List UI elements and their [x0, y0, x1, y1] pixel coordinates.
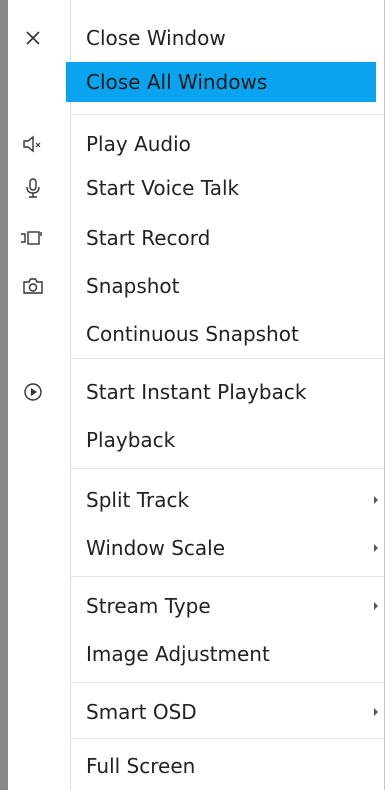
menu-separator [70, 468, 384, 469]
menu-item-label: Start Voice Talk [86, 176, 240, 200]
submenu-arrow-icon [374, 602, 378, 610]
camera-icon [20, 274, 46, 298]
menu-item-full-screen[interactable]: Full Screen [8, 746, 384, 786]
menu-item-label: Close Window [86, 26, 226, 50]
menu-item-smart-osd[interactable]: Smart OSD [8, 692, 384, 732]
menu-separator [70, 576, 384, 577]
menu-item-continuous-snapshot[interactable]: Continuous Snapshot [8, 314, 384, 354]
menu-item-label: Full Screen [86, 754, 196, 778]
menu-item-start-record[interactable]: Start Record [8, 218, 384, 258]
submenu-arrow-icon [374, 496, 378, 504]
submenu-arrow-icon [374, 708, 378, 716]
menu-item-label: Stream Type [86, 594, 211, 618]
menu-item-start-instant-playback[interactable]: Start Instant Playback [8, 372, 384, 412]
menu-separator [70, 682, 384, 683]
menu-item-label: Split Track [86, 488, 190, 512]
menu-item-playback[interactable]: Playback [8, 420, 384, 460]
menu-item-label: Continuous Snapshot [86, 322, 299, 346]
close-icon [20, 26, 46, 50]
menu-item-label: Window Scale [86, 536, 226, 560]
menu-item-snapshot[interactable]: Snapshot [8, 266, 384, 306]
menu-separator [70, 738, 384, 739]
menu-item-label: Snapshot [86, 274, 180, 298]
menu-separator [70, 114, 384, 115]
menu-item-label: Play Audio [86, 132, 191, 156]
submenu-arrow-icon [374, 544, 378, 552]
menu-item-close-window[interactable]: Close Window [8, 18, 384, 58]
record-icon [20, 226, 46, 250]
menu-item-image-adjustment[interactable]: Image Adjustment [8, 634, 384, 674]
menu-item-start-voice-talk[interactable]: Start Voice Talk [8, 168, 384, 208]
menu-item-play-audio[interactable]: Play Audio [8, 124, 384, 164]
menu-separator [70, 358, 384, 359]
context-menu: Close Window Close All Windows Play Audi… [0, 0, 385, 790]
menu-item-label: Close All Windows [86, 70, 268, 94]
menu-item-window-scale[interactable]: Window Scale [8, 528, 384, 568]
menu-item-split-track[interactable]: Split Track [8, 480, 384, 520]
microphone-icon [20, 176, 46, 200]
play-circle-icon [20, 380, 46, 404]
menu-item-stream-type[interactable]: Stream Type [8, 586, 384, 626]
menu-item-label: Start Instant Playback [86, 380, 307, 404]
menu-item-label: Smart OSD [86, 700, 197, 724]
menu-item-label: Start Record [86, 226, 211, 250]
menu-item-label: Image Adjustment [86, 642, 270, 666]
menu-item-close-all-windows[interactable]: Close All Windows [66, 62, 376, 102]
menu-item-label: Playback [86, 428, 176, 452]
speaker-muted-icon [20, 132, 46, 156]
